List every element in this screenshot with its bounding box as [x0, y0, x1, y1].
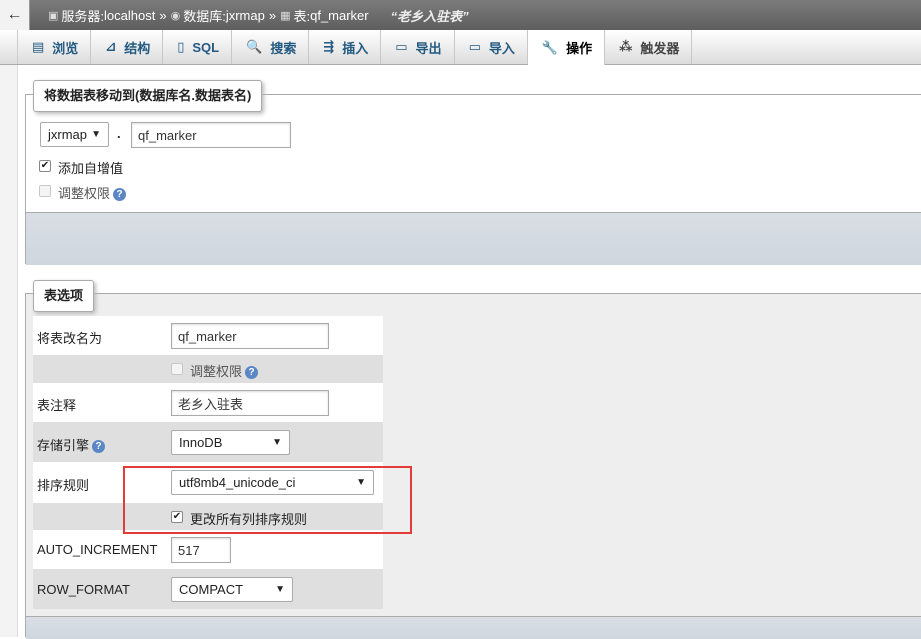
table-icon: ▦ [280, 9, 291, 22]
add-auto-increment-checkbox[interactable]: ✔ [39, 160, 51, 172]
input-value: 517 [178, 542, 200, 558]
tab-label: 操作 [566, 41, 593, 56]
tab-structure[interactable]: ⊿ 结构 [91, 30, 164, 64]
tab-sql[interactable]: ▯ SQL [163, 30, 233, 64]
help-icon[interactable]: ? [92, 440, 106, 454]
highlight-box [123, 466, 412, 534]
breadcrumb-db[interactable]: jxrmap [226, 8, 265, 23]
breadcrumb-bar: ← ▣ 服务器: localhost » ◉ 数据库: jxrmap » ▦ 表… [0, 0, 921, 30]
row-format-select[interactable]: COMPACT ▼ [171, 577, 293, 602]
auto-increment-label: AUTO_INCREMENT [37, 542, 158, 557]
row-format-label: ROW_FORMAT [37, 582, 130, 597]
adjust-privileges-checkbox[interactable] [39, 185, 51, 197]
select-value: COMPACT [179, 582, 244, 597]
tab-label: 导出 [415, 40, 442, 56]
breadcrumb-db-label: 数据库: [183, 8, 226, 24]
help-icon[interactable]: ? [113, 188, 127, 202]
tab-label: 浏览 [52, 40, 79, 56]
collation-label: 排序规则 [37, 478, 90, 493]
search-icon: 🔍 [246, 39, 263, 54]
table-options-footer [26, 616, 921, 639]
sql-icon: ▯ [177, 39, 185, 54]
tab-label: SQL [192, 39, 220, 55]
tab-operations[interactable]: 🔧 操作 [527, 30, 606, 65]
input-value: 老乡入驻表 [178, 396, 244, 412]
comment-input[interactable]: 老乡入驻表 [171, 390, 329, 416]
operations-panel: 将数据表移动到(数据库名.数据表名) jxrmap ▼ . qf_marker … [17, 65, 921, 639]
table-options-legend: 表选项 [33, 280, 95, 312]
rename-adjust-privileges-label: 调整权限? [190, 361, 259, 380]
input-value: qf_marker [178, 328, 237, 344]
engine-label: 存储引擎? [37, 435, 106, 454]
add-auto-increment-label: 添加自增值 [58, 161, 124, 176]
adjust-privileges-label: 调整权限? [58, 183, 127, 202]
breadcrumb-separator: » [268, 7, 277, 23]
tab-bar-stub [0, 30, 18, 64]
wrench-icon: 🔧 [541, 39, 559, 55]
rename-adjust-privileges-checkbox[interactable] [171, 363, 183, 375]
tab-insert[interactable]: ⇶ 插入 [309, 30, 382, 64]
move-table-fieldset [25, 94, 921, 265]
select-value: jxrmap [48, 127, 88, 142]
tab-search[interactable]: 🔍 搜索 [232, 30, 310, 64]
select-value: InnoDB [179, 435, 223, 450]
tab-label: 插入 [342, 40, 369, 56]
tab-browse[interactable]: ▤ 浏览 [18, 30, 92, 64]
breadcrumb-table[interactable]: qf_marker [310, 8, 369, 23]
target-database-select[interactable]: jxrmap ▼ [40, 122, 109, 147]
help-icon[interactable]: ? [245, 366, 259, 380]
breadcrumb-server[interactable]: localhost [104, 8, 155, 23]
input-value: qf_marker [138, 127, 197, 143]
dropdown-arrow-icon: ▼ [272, 437, 282, 448]
tab-label: 导入 [488, 40, 515, 56]
engine-select[interactable]: InnoDB ▼ [171, 430, 290, 455]
move-table-legend: 将数据表移动到(数据库名.数据表名) [33, 80, 263, 112]
move-table-body [26, 95, 921, 212]
tab-label: 结构 [124, 40, 151, 56]
move-table-footer [26, 212, 921, 265]
left-edge [0, 65, 17, 637]
dropdown-arrow-icon: ▼ [275, 584, 285, 595]
tab-import[interactable]: ▭ 导入 [455, 30, 528, 64]
dropdown-arrow-icon: ▼ [91, 129, 101, 140]
breadcrumb: ▣ 服务器: localhost » ◉ 数据库: jxrmap » ▦ 表: … [30, 6, 469, 25]
back-button[interactable]: ← [0, 0, 30, 30]
target-table-input[interactable]: qf_marker [131, 122, 291, 148]
insert-icon: ⇶ [323, 39, 335, 54]
triggers-icon: ⁂ [619, 39, 633, 54]
breadcrumb-separator: » [159, 7, 167, 23]
table-comment: “老乡入驻表” [390, 8, 469, 24]
export-icon: ▭ [395, 39, 408, 54]
tab-label: 搜索 [270, 40, 297, 56]
tab-triggers[interactable]: ⁂ 触发器 [605, 30, 693, 64]
comment-label: 表注释 [37, 398, 77, 413]
database-icon: ◉ [170, 9, 181, 22]
tab-bar: ▤ 浏览 ⊿ 结构 ▯ SQL 🔍 搜索 ⇶ 插入 ▭ 导出 ▭ 导入 🔧 操作 ⁂ 触发器 [0, 30, 921, 65]
auto-increment-input[interactable]: 517 [171, 537, 231, 563]
rename-input[interactable]: qf_marker [171, 323, 329, 349]
rename-label: 将表改名为 [37, 331, 103, 346]
breadcrumb-server-label: 服务器: [61, 8, 105, 24]
server-icon: ▣ [48, 9, 59, 22]
breadcrumb-table-label: 表: [293, 8, 311, 24]
structure-icon: ⊿ [105, 39, 117, 54]
tab-export[interactable]: ▭ 导出 [381, 30, 455, 64]
dot-separator: . [117, 126, 121, 141]
browse-icon: ▤ [32, 39, 45, 54]
tab-label: 触发器 [640, 40, 680, 56]
import-icon: ▭ [468, 39, 481, 54]
